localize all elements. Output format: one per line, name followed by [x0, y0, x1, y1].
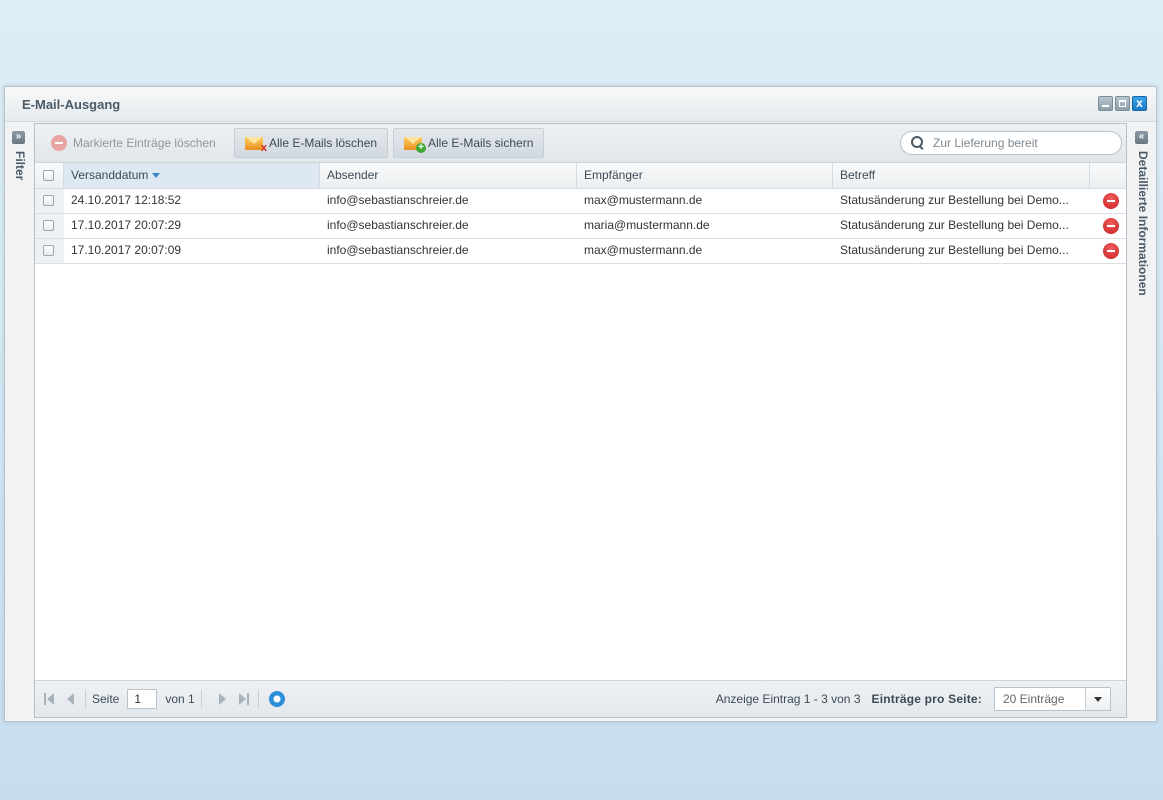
- cell-date: 24.10.2017 12:18:52: [71, 193, 182, 207]
- column-header-betreff[interactable]: Betreff: [833, 163, 1090, 188]
- expand-filter-icon[interactable]: »: [12, 131, 25, 144]
- minus-circle-icon: [51, 135, 67, 151]
- table-row[interactable]: 17.10.2017 20:07:09 info@sebastianschrei…: [35, 239, 1126, 264]
- sort-desc-icon: [152, 173, 161, 179]
- row-checkbox[interactable]: [43, 195, 54, 207]
- column-label: Empfänger: [584, 168, 643, 182]
- delete-marked-label: Markierte Einträge löschen: [73, 136, 216, 150]
- save-all-label: Alle E-Mails sichern: [428, 136, 534, 150]
- cell-subject: Statusänderung zur Bestellung bei Demo..…: [840, 193, 1069, 207]
- chevron-down-icon[interactable]: [1085, 688, 1110, 710]
- pager-divider: [257, 690, 259, 708]
- cell-date: 17.10.2017 20:07:29: [71, 218, 182, 232]
- pagination-bar: Seite von 1 Anzeige Eintrag 1 - 3 von 3 …: [35, 680, 1126, 717]
- refresh-icon[interactable]: [268, 691, 285, 707]
- delete-marked-button[interactable]: Markierte Einträge löschen: [41, 128, 226, 158]
- page-number-input[interactable]: [127, 689, 158, 709]
- details-panel-collapsed: « Detaillierte Informationen: [1128, 123, 1156, 721]
- cell-to: max@mustermann.de: [584, 193, 703, 207]
- grid-header: Versanddatum Absender Empfänger Betreff: [35, 163, 1126, 189]
- delete-all-label: Alle E-Mails löschen: [269, 136, 378, 150]
- column-header-absender[interactable]: Absender: [320, 163, 577, 188]
- row-checkbox-cell: [35, 214, 64, 238]
- pager-info: Anzeige Eintrag 1 - 3 von 3 Einträge pro…: [716, 687, 1111, 711]
- window-title: E-Mail-Ausgang: [22, 97, 121, 112]
- cell-to: maria@mustermann.de: [584, 218, 710, 232]
- cell-from: info@sebastianschreier.de: [327, 193, 469, 207]
- cell-from: info@sebastianschreier.de: [327, 243, 469, 257]
- save-all-emails-button[interactable]: + Alle E-Mails sichern: [393, 128, 545, 158]
- filter-panel-collapsed: » Filter: [5, 123, 33, 721]
- cell-from: info@sebastianschreier.de: [327, 218, 469, 232]
- toolbar: Markierte Einträge löschen x Alle E-Mail…: [35, 124, 1126, 163]
- column-label: Betreff: [840, 168, 876, 182]
- window-titlebar[interactable]: E-Mail-Ausgang x: [5, 87, 1156, 122]
- expand-details-icon[interactable]: «: [1135, 131, 1148, 144]
- table-row[interactable]: 17.10.2017 20:07:29 info@sebastianschrei…: [35, 214, 1126, 239]
- search-input[interactable]: [931, 135, 1115, 151]
- first-page-icon[interactable]: [41, 691, 57, 707]
- row-checkbox[interactable]: [43, 220, 54, 232]
- column-label: Absender: [327, 168, 379, 182]
- row-checkbox-cell: [35, 189, 64, 213]
- page-label: Seite: [92, 692, 120, 706]
- row-actions: [1090, 239, 1126, 263]
- minimize-icon[interactable]: [1098, 96, 1113, 111]
- pager-divider: [85, 690, 86, 708]
- column-label: Versanddatum: [71, 168, 149, 182]
- page-count-label: von 1: [165, 692, 195, 706]
- filter-label[interactable]: Filter: [13, 151, 27, 180]
- row-actions: [1090, 189, 1126, 213]
- row-checkbox[interactable]: [43, 245, 54, 257]
- prev-page-icon[interactable]: [63, 691, 79, 707]
- pager-divider: [200, 690, 202, 708]
- email-outbox-window: E-Mail-Ausgang x » Filter « Detaillierte…: [4, 86, 1157, 722]
- delete-row-icon[interactable]: [1103, 243, 1119, 259]
- last-page-icon[interactable]: [236, 691, 252, 707]
- select-all-checkbox[interactable]: [43, 170, 54, 182]
- per-page-label: Einträge pro Seite:: [871, 692, 982, 706]
- select-all-cell: [35, 163, 64, 188]
- mail-save-icon: +: [404, 136, 426, 153]
- search-icon: [911, 136, 925, 150]
- search-box[interactable]: [900, 131, 1122, 155]
- cell-to: max@mustermann.de: [584, 243, 703, 257]
- cell-date: 17.10.2017 20:07:09: [71, 243, 182, 257]
- close-icon[interactable]: x: [1132, 96, 1147, 111]
- column-header-actions: [1090, 163, 1126, 188]
- delete-row-icon[interactable]: [1103, 193, 1119, 209]
- mail-delete-icon: x: [245, 136, 267, 153]
- cell-subject: Statusänderung zur Bestellung bei Demo..…: [840, 218, 1069, 232]
- next-page-icon[interactable]: [214, 691, 230, 707]
- row-actions: [1090, 214, 1126, 238]
- row-checkbox-cell: [35, 239, 64, 263]
- table-row[interactable]: 24.10.2017 12:18:52 info@sebastianschrei…: [35, 189, 1126, 214]
- details-label[interactable]: Detaillierte Informationen: [1136, 151, 1150, 296]
- display-info: Anzeige Eintrag 1 - 3 von 3: [715, 692, 861, 706]
- cell-subject: Statusänderung zur Bestellung bei Demo..…: [840, 243, 1069, 257]
- table-body: 24.10.2017 12:18:52 info@sebastianschrei…: [35, 189, 1126, 264]
- column-header-versanddatum[interactable]: Versanddatum: [64, 163, 320, 188]
- per-page-select[interactable]: 20 Einträge: [994, 687, 1111, 711]
- window-controls: x: [1098, 96, 1147, 111]
- email-grid-panel: Markierte Einträge löschen x Alle E-Mail…: [34, 123, 1127, 718]
- column-header-empfaenger[interactable]: Empfänger: [577, 163, 833, 188]
- delete-all-emails-button[interactable]: x Alle E-Mails löschen: [234, 128, 389, 158]
- maximize-icon[interactable]: [1115, 96, 1130, 111]
- per-page-value: 20 Einträge: [1003, 692, 1065, 706]
- delete-row-icon[interactable]: [1103, 218, 1119, 234]
